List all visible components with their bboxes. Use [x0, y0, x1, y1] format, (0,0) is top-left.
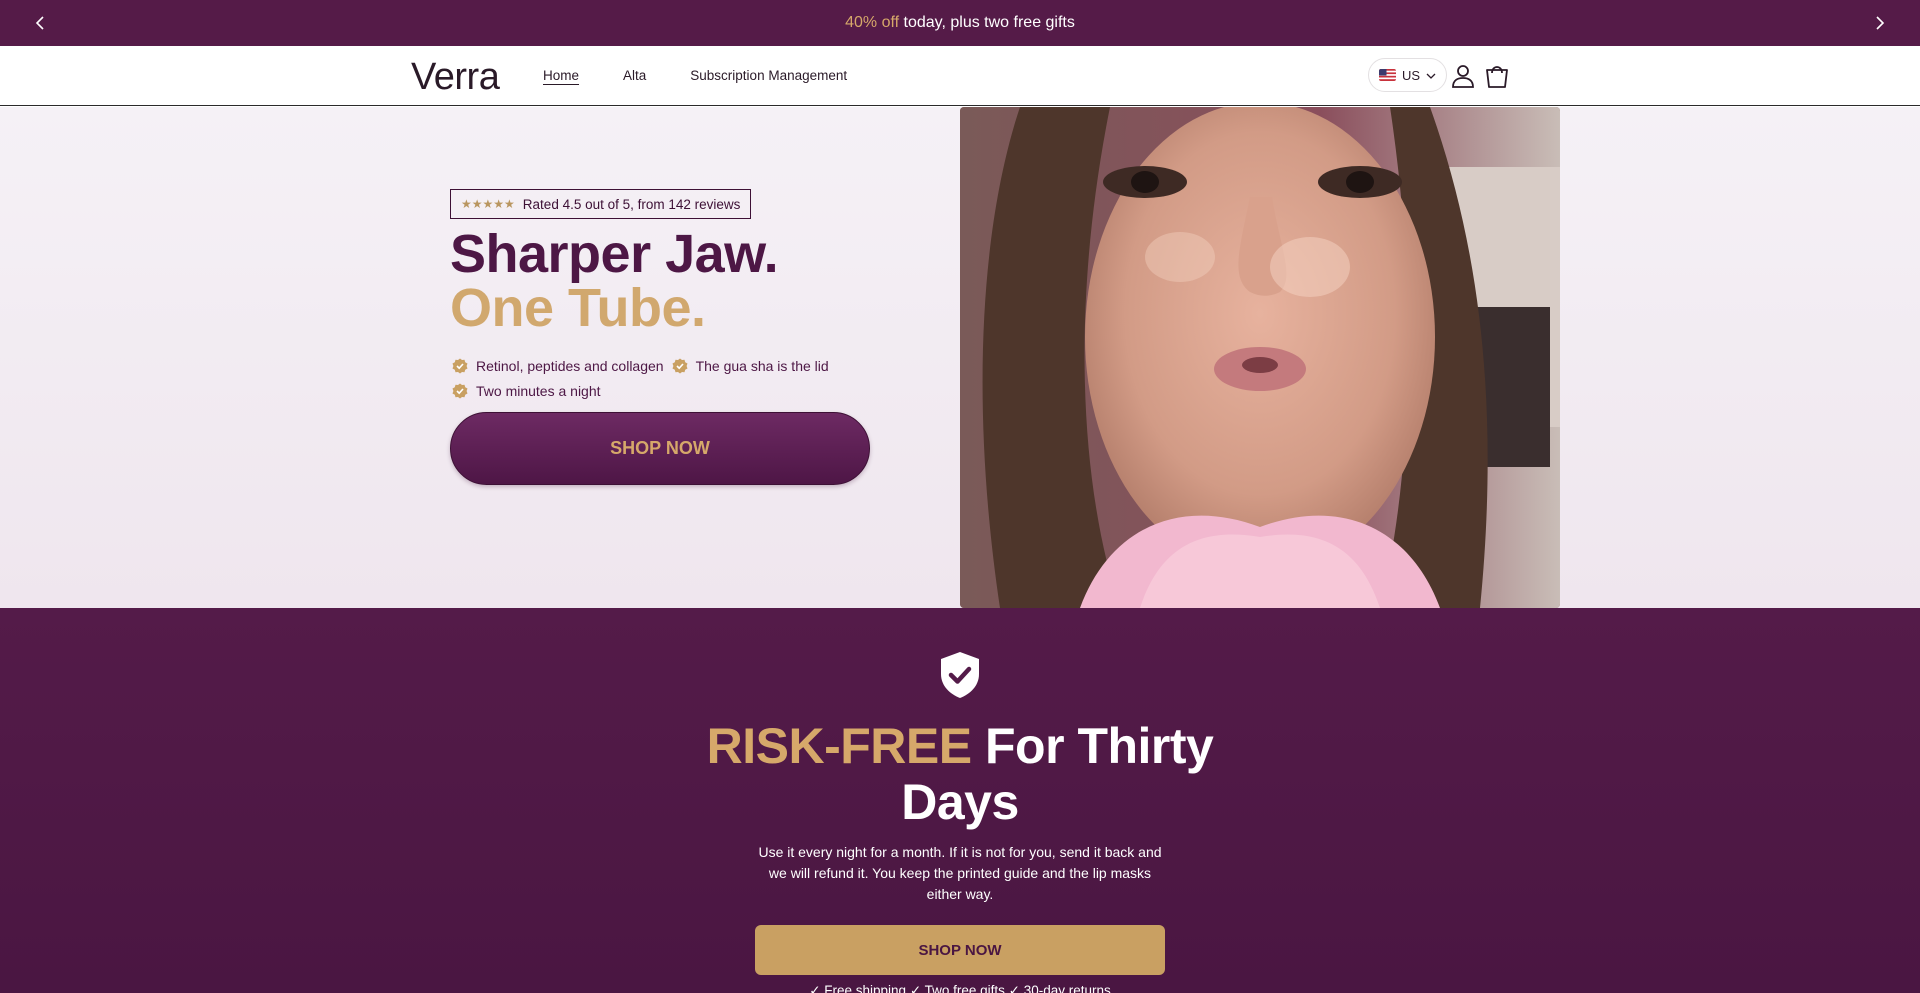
site-header: Verra Home Alta Subscription Management …: [0, 46, 1920, 106]
chevron-right-icon[interactable]: [1860, 0, 1900, 46]
risk-title-gold: RISK-FREE: [706, 718, 972, 774]
rating-text: Rated 4.5 out of 5, from 142 reviews: [522, 196, 741, 212]
risk-title: RISK-FREE For Thirty Days: [700, 718, 1220, 830]
feature-item: Retinol, peptides and collagen: [452, 358, 664, 374]
announcement-message: today, plus two free gifts: [903, 14, 1075, 31]
feature-item: The gua sha is the lid: [672, 358, 829, 374]
locale-selector[interactable]: US: [1368, 58, 1448, 92]
account-icon[interactable]: [1449, 62, 1477, 90]
risk-free-section: RISK-FREE For Thirty Days Use it every n…: [0, 608, 1920, 993]
cart-icon[interactable]: [1483, 62, 1511, 90]
shop-now-button-secondary[interactable]: SHOP NOW: [755, 925, 1165, 975]
feature-label: Retinol, peptides and collagen: [476, 357, 664, 374]
hero-section: ★★★★★ Rated 4.5 out of 5, from 142 revie…: [0, 107, 1920, 608]
check-badge-icon: [672, 358, 688, 374]
locale-label: US: [1402, 67, 1421, 83]
chevron-left-icon[interactable]: [20, 0, 60, 46]
rating-stars: ★★★★★: [461, 197, 515, 211]
headline-gold: One Tube.: [450, 278, 706, 338]
nav-alta[interactable]: Alta: [623, 68, 646, 83]
hero-video[interactable]: [960, 107, 1560, 608]
feature-label: The gua sha is the lid: [695, 357, 829, 374]
perks-line: ✓ Free shipping ✓ Two free gifts ✓ 30-da…: [809, 983, 1111, 993]
feature-item: Two minutes a night: [452, 383, 601, 399]
announcement-text: 40% off today, plus two free gifts: [845, 14, 1075, 32]
announcement-accent: 40% off: [845, 14, 900, 31]
announcement-bar: 40% off today, plus two free gifts: [0, 0, 1920, 46]
hero-headline: Sharper Jaw. One Tube.: [450, 227, 890, 335]
nav-home[interactable]: Home: [543, 68, 579, 83]
risk-body: Use it every night for a month. If it is…: [758, 844, 1162, 902]
main-nav: Home Alta Subscription Management: [543, 68, 847, 83]
feature-list: Retinol, peptides and collagen The gua s…: [452, 353, 829, 403]
nav-subscription-management[interactable]: Subscription Management: [690, 68, 847, 83]
rating-badge: ★★★★★ Rated 4.5 out of 5, from 142 revie…: [450, 189, 752, 219]
chevron-down-icon: [1426, 68, 1436, 83]
shield-check-icon: [937, 650, 983, 700]
headline-main: Sharper Jaw.: [450, 224, 779, 284]
check-badge-icon: [452, 383, 468, 399]
feature-label: Two minutes a night: [476, 382, 601, 399]
shop-now-button[interactable]: SHOP NOW: [450, 412, 870, 485]
flag-us-icon: [1379, 69, 1396, 81]
logo[interactable]: Verra: [411, 56, 500, 99]
check-badge-icon: [452, 358, 468, 374]
